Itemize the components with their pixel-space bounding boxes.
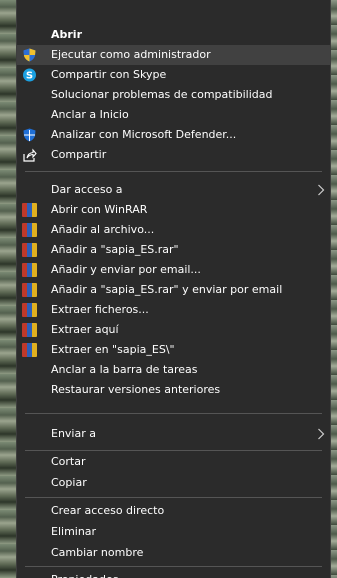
menu-separator (25, 171, 322, 172)
menu-item-label: Añadir a "sapia_ES.rar" (51, 243, 179, 256)
menu-item-copy[interactable]: Copiar (17, 473, 330, 493)
menu-item-extract-to[interactable]: Extraer en "sapia_ES\" (17, 340, 330, 360)
menu-item-label: Anclar a la barra de tareas (51, 363, 198, 376)
menu-item-share[interactable]: Compartir (17, 145, 330, 165)
winrar-icon (22, 343, 37, 357)
menu-item-label: Extraer aquí (51, 323, 119, 336)
share-icon (23, 148, 37, 162)
menu-item-label: Abrir con WinRAR (51, 203, 148, 216)
menu-item-label: Extraer en "sapia_ES\" (51, 343, 175, 356)
menu-item-label: Eliminar (51, 525, 97, 538)
menu-item-rename[interactable]: Cambiar nombre (17, 543, 330, 563)
winrar-icon (22, 223, 37, 237)
menu-item-troubleshoot-compatibility[interactable]: Solucionar problemas de compatibilidad (17, 85, 330, 105)
menu-item-give-access[interactable]: Dar acceso a (17, 180, 330, 200)
menu-item-properties[interactable]: Propiedades (17, 570, 330, 578)
menu-item-add-email[interactable]: Añadir y enviar por email... (17, 260, 330, 280)
menu-item-extract-here[interactable]: Extraer aquí (17, 320, 330, 340)
chevron-right-icon (318, 428, 325, 440)
menu-item-label: Solucionar problemas de compatibilidad (51, 88, 273, 101)
menu-item-pin-start[interactable]: Anclar a Inicio (17, 105, 330, 125)
menu-item-add-rar-email[interactable]: Añadir a "sapia_ES.rar" y enviar por ema… (17, 280, 330, 300)
winrar-icon (22, 303, 37, 317)
menu-item-label: Enviar a (51, 427, 96, 440)
winrar-icon (22, 263, 37, 277)
menu-item-label: Cortar (51, 455, 86, 468)
menu-item-label: Copiar (51, 476, 87, 489)
menu-item-cut[interactable]: Cortar (17, 452, 330, 472)
defender-shield-icon (23, 128, 36, 142)
winrar-icon (22, 323, 37, 337)
menu-item-add-archive[interactable]: Añadir al archivo... (17, 220, 330, 240)
menu-item-delete[interactable]: Eliminar (17, 522, 330, 542)
winrar-icon (22, 243, 37, 257)
menu-item-add-to-rar[interactable]: Añadir a "sapia_ES.rar" (17, 240, 330, 260)
menu-item-label: Restaurar versiones anteriores (51, 383, 221, 396)
menu-item-label: Dar acceso a (51, 183, 123, 196)
menu-item-open[interactable]: Abrir (17, 25, 330, 45)
menu-item-run-as-admin[interactable]: Ejecutar como administrador (17, 45, 330, 65)
uac-shield-icon (23, 48, 36, 62)
menu-separator (25, 450, 322, 451)
menu-item-scan-defender[interactable]: Analizar con Microsoft Defender... (17, 125, 330, 145)
menu-item-send-to[interactable]: Enviar a (17, 424, 330, 444)
menu-item-create-shortcut[interactable]: Crear acceso directo (17, 501, 330, 521)
desktop-background-right (331, 0, 337, 578)
menu-item-label: Compartir con Skype (51, 68, 167, 81)
menu-item-label: Abrir (51, 28, 83, 41)
menu-separator (25, 413, 322, 414)
menu-item-share-skype[interactable]: S Compartir con Skype (17, 65, 330, 85)
desktop-background-left (0, 0, 16, 578)
skype-icon: S (23, 68, 36, 82)
winrar-icon (22, 283, 37, 297)
menu-item-label: Ejecutar como administrador (51, 48, 211, 61)
menu-item-label: Crear acceso directo (51, 504, 165, 517)
menu-item-label: Añadir al archivo... (51, 223, 155, 236)
menu-item-extract-files[interactable]: Extraer ficheros... (17, 300, 330, 320)
svg-text:S: S (26, 71, 33, 82)
menu-item-label: Anclar a Inicio (51, 108, 129, 121)
menu-item-label: Compartir (51, 148, 107, 161)
winrar-icon (22, 203, 37, 217)
menu-item-label: Analizar con Microsoft Defender... (51, 128, 237, 141)
menu-item-open-winrar[interactable]: Abrir con WinRAR (17, 200, 330, 220)
chevron-right-icon (318, 184, 325, 196)
menu-item-label: Cambiar nombre (51, 546, 144, 559)
menu-item-label: Añadir y enviar por email... (51, 263, 201, 276)
menu-item-pin-taskbar[interactable]: Anclar a la barra de tareas (17, 360, 330, 380)
menu-separator (25, 566, 322, 567)
menu-item-label: Extraer ficheros... (51, 303, 149, 316)
menu-item-label: Propiedades (51, 570, 118, 578)
menu-item-restore-versions[interactable]: Restaurar versiones anteriores (17, 380, 330, 400)
menu-item-label: Añadir a "sapia_ES.rar" y enviar por ema… (51, 283, 283, 296)
context-menu: Abrir Ejecutar como administrador S Comp… (16, 0, 331, 578)
menu-separator (25, 497, 322, 498)
